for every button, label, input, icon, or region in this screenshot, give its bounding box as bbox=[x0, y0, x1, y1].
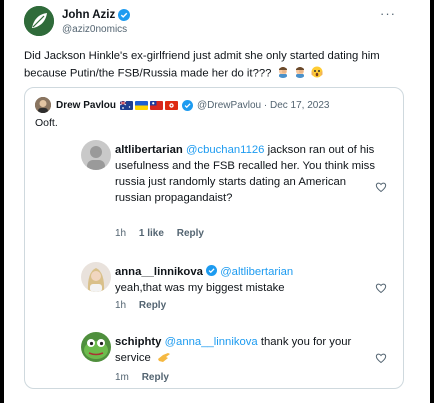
face-screaming-icon bbox=[311, 66, 323, 78]
more-options-icon[interactable]: ··· bbox=[380, 6, 396, 21]
verified-badge-icon bbox=[182, 99, 194, 111]
reply-mention[interactable]: @anna__linnikova bbox=[165, 336, 258, 348]
reply-likes[interactable]: 1 like bbox=[139, 228, 164, 239]
verified-badge-icon bbox=[118, 9, 130, 21]
reply-button[interactable]: Reply bbox=[139, 300, 166, 311]
reply-avatar[interactable] bbox=[81, 262, 111, 292]
heart-icon[interactable] bbox=[375, 282, 387, 294]
reply-time[interactable]: 1h bbox=[115, 300, 126, 311]
reply-time[interactable]: 1m bbox=[115, 372, 129, 383]
ukraine-flag-icon bbox=[135, 100, 149, 110]
reply-text: schiphty @anna__linnikova thank you for … bbox=[115, 334, 375, 366]
reply-time[interactable]: 1h bbox=[115, 228, 126, 239]
reply-button[interactable]: Reply bbox=[142, 372, 169, 383]
leaf-logo-icon bbox=[24, 6, 54, 36]
reply-button[interactable]: Reply bbox=[177, 228, 204, 239]
tweet-screenshot: John Aziz @aziz0nomics ··· Did Jackson H… bbox=[4, 0, 430, 403]
reply-body: yeah,that was my biggest mistake bbox=[115, 282, 285, 294]
man-facepalming-icon bbox=[278, 67, 287, 78]
saluting-hand-icon bbox=[157, 353, 170, 362]
author-handle[interactable]: @aziz0nomics bbox=[62, 24, 127, 35]
reply-meta: 1h 1 like Reply bbox=[115, 228, 214, 239]
reply-username[interactable]: schiphty bbox=[115, 336, 161, 348]
reply-mention[interactable]: @cbuchan1126 bbox=[186, 144, 264, 156]
frog-avatar-icon bbox=[81, 332, 111, 362]
quoted-author-avatar[interactable] bbox=[35, 97, 51, 113]
verified-badge-icon bbox=[206, 265, 218, 276]
reply-avatar[interactable] bbox=[81, 140, 111, 170]
heart-icon[interactable] bbox=[375, 181, 387, 193]
quoted-tweet-card[interactable]: Drew Pavlou @DrewPavlou · Dec 17, 2023 O… bbox=[24, 87, 404, 389]
author-name[interactable]: John Aziz bbox=[62, 9, 115, 21]
reply-meta: 1m Reply bbox=[115, 372, 179, 383]
taiwan-flag-icon bbox=[150, 100, 164, 110]
profile-flags bbox=[120, 100, 179, 110]
author-avatar[interactable] bbox=[24, 6, 54, 36]
reply-username[interactable]: altlibertarian bbox=[115, 144, 183, 156]
reply-username[interactable]: anna__linnikova bbox=[115, 266, 203, 278]
heart-icon[interactable] bbox=[375, 352, 387, 364]
hong-kong-flag-icon bbox=[165, 100, 179, 110]
quoted-text: Ooft. bbox=[35, 117, 58, 129]
reply-mention[interactable]: @altlibertarian bbox=[220, 266, 293, 278]
reply-text: anna__linnikova @altlibertarian yeah,tha… bbox=[115, 264, 375, 296]
tweet-text: Did Jackson Hinkle's ex-girlfriend just … bbox=[24, 50, 380, 80]
man-facepalming-icon bbox=[295, 67, 304, 78]
australia-flag-icon bbox=[120, 100, 134, 110]
tweet-body: Did Jackson Hinkle's ex-girlfriend just … bbox=[24, 48, 414, 82]
quoted-handle-date[interactable]: @DrewPavlou · Dec 17, 2023 bbox=[197, 100, 329, 111]
quoted-author-name[interactable]: Drew Pavlou bbox=[56, 100, 116, 111]
quoted-header: Drew Pavlou @DrewPavlou · Dec 17, 2023 bbox=[35, 97, 329, 113]
tweet-emojis bbox=[275, 65, 323, 82]
reply-text: altlibertarian @cbuchan1126 jackson ran … bbox=[115, 142, 375, 206]
reply-avatar[interactable] bbox=[81, 332, 111, 362]
reply-meta: 1h Reply bbox=[115, 300, 176, 311]
tweet-header: John Aziz @aziz0nomics ··· bbox=[4, 0, 430, 40]
